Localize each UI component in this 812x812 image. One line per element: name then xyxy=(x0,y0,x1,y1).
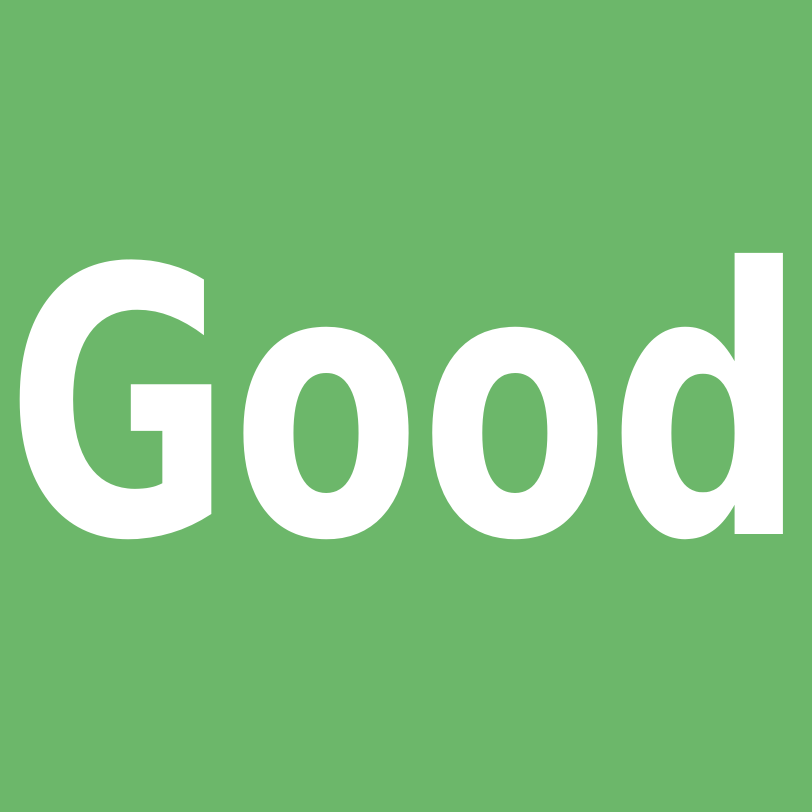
good-text: Good xyxy=(6,192,806,622)
green-tile: Good xyxy=(0,0,812,812)
good-wordmark: Good xyxy=(6,192,806,622)
